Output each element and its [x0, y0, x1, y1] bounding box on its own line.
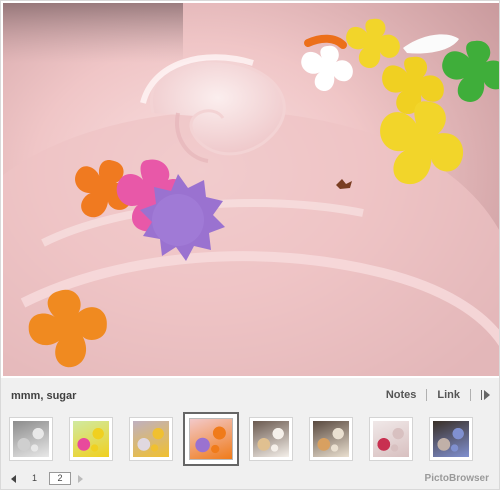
divider — [470, 389, 471, 401]
caption-bar: mmm, sugar Notes Link — [1, 378, 499, 411]
thumbnail-image — [373, 421, 409, 457]
thumbnail-image — [73, 421, 109, 457]
thumbnail-1[interactable] — [9, 417, 53, 461]
play-next-icon[interactable] — [481, 389, 491, 401]
page-link-1[interactable]: 1 — [32, 473, 37, 483]
thumbnail-2[interactable] — [69, 417, 113, 461]
link-link[interactable]: Link — [437, 389, 460, 401]
thumbnail-image — [13, 421, 49, 457]
notes-link[interactable]: Notes — [386, 389, 417, 401]
photo-caption: mmm, sugar — [11, 390, 77, 402]
next-page-icon[interactable] — [78, 475, 83, 483]
thumbnail-7[interactable] — [369, 417, 413, 461]
pager: 1 2 PictoBrowser — [1, 469, 499, 489]
sprinkles-frosting-image — [3, 3, 499, 376]
caption-actions: Notes Link — [386, 389, 491, 401]
thumbnail-image — [133, 421, 169, 457]
thumbnail-6[interactable] — [309, 417, 353, 461]
divider — [426, 389, 428, 401]
photo-viewer: mmm, sugar Notes Link 1 2 PictoBrowser — [0, 0, 500, 490]
thumbnail-8[interactable] — [429, 417, 473, 461]
thumbnail-4-selected[interactable] — [183, 412, 239, 466]
page-link-2-current[interactable]: 2 — [49, 472, 71, 485]
thumbnail-image — [189, 418, 233, 460]
main-photo[interactable] — [3, 3, 499, 376]
prev-page-icon[interactable] — [11, 475, 16, 483]
thumbnail-image — [313, 421, 349, 457]
thumbnail-strip — [1, 411, 499, 469]
thumbnail-image — [253, 421, 289, 457]
thumbnail-image — [433, 421, 469, 457]
thumbnail-3[interactable] — [129, 417, 173, 461]
brand-name[interactable]: PictoBrowser — [425, 473, 489, 484]
thumbnail-5[interactable] — [249, 417, 293, 461]
